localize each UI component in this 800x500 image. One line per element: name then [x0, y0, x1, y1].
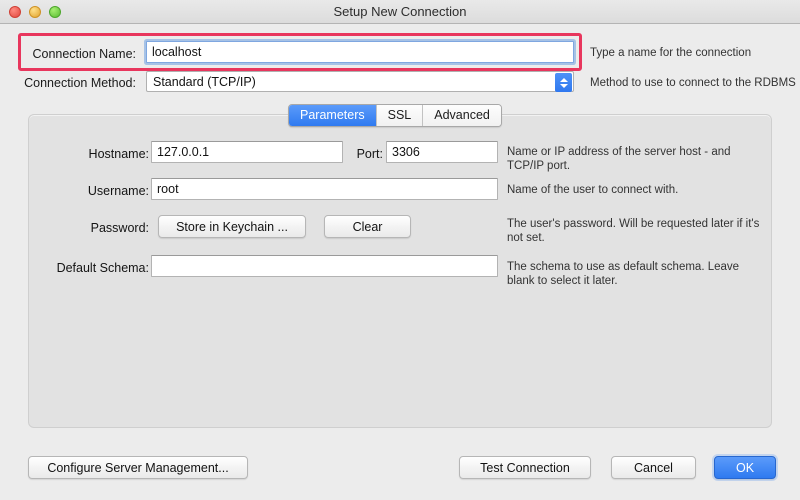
cancel-button[interactable]: Cancel [611, 456, 696, 479]
default-schema-input[interactable] [151, 255, 498, 277]
password-hint: The user's password. Will be requested l… [507, 218, 760, 244]
title-bar: Setup New Connection [0, 0, 800, 24]
connection-method-selected-value: Standard (TCP/IP) [153, 75, 256, 89]
connection-name-input[interactable] [146, 41, 574, 63]
connection-method-select[interactable]: Standard (TCP/IP) [146, 71, 574, 92]
default-schema-hint: The schema to use as default schema. Lea… [507, 261, 740, 287]
tab-parameters[interactable]: Parameters [289, 105, 377, 126]
default-schema-label: Default Schema: [56, 261, 149, 275]
username-input[interactable] [151, 178, 498, 200]
connection-method-hint: Method to use to connect to the RDBMS [590, 77, 796, 89]
ok-button[interactable]: OK [714, 456, 776, 479]
connection-name-label: Connection Name: [32, 47, 136, 61]
test-connection-button[interactable]: Test Connection [459, 456, 591, 479]
configure-server-management-button[interactable]: Configure Server Management... [28, 456, 248, 479]
chevron-up-icon [559, 77, 568, 82]
hostname-input[interactable] [151, 141, 343, 163]
tab-advanced[interactable]: Advanced [423, 105, 501, 126]
setup-new-connection-window: Setup New Connection Connection Name: Ty… [0, 0, 800, 500]
username-hint: Name of the user to connect with. [507, 184, 679, 196]
hostname-hint: Name or IP address of the server host - … [507, 146, 731, 172]
password-label: Password: [90, 221, 149, 235]
window-title: Setup New Connection [333, 4, 467, 19]
connection-name-hint: Type a name for the connection [590, 47, 752, 59]
connection-method-stepper-icon[interactable] [555, 73, 572, 92]
tab-bar: Parameters SSL Advanced [288, 104, 502, 127]
hostname-label: Hostname: [88, 147, 149, 161]
store-in-keychain-button[interactable]: Store in Keychain ... [158, 215, 306, 238]
username-label: Username: [87, 184, 149, 198]
tab-ssl[interactable]: SSL [376, 105, 424, 126]
connection-method-label: Connection Method: [24, 76, 136, 90]
chevron-down-icon [559, 83, 568, 88]
port-label: Port: [356, 147, 383, 161]
port-input[interactable] [386, 141, 498, 163]
clear-password-button[interactable]: Clear [324, 215, 411, 238]
parameters-panel: Hostname: Port: Name or IP address of th… [28, 114, 772, 428]
